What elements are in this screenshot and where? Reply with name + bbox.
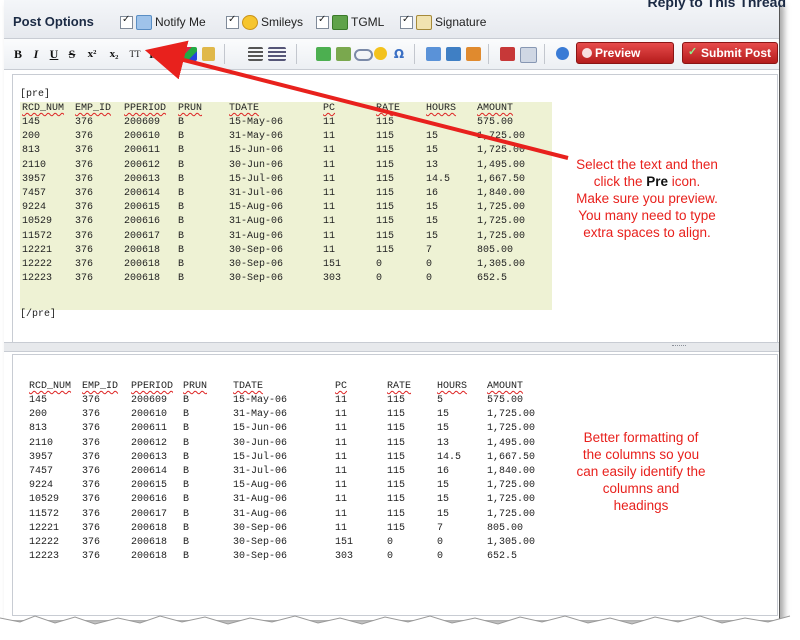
annotation-line: columns and: [602, 481, 680, 496]
annotation-text: click the: [593, 174, 647, 189]
annotation-line: click the Pre icon.: [552, 173, 742, 190]
annotation-line: Better formatting of: [583, 430, 699, 445]
annotation-line: You many need to type: [578, 208, 716, 223]
annotation-line: headings: [613, 498, 669, 513]
annotation-line: extra spaces to align.: [583, 225, 711, 240]
annotation-line: Make sure you preview.: [576, 191, 718, 206]
page-header-title: Reply to This Thread: [647, 0, 786, 10]
annotation-top: Select the text and then click the Pre i…: [552, 156, 742, 241]
annotation-arrow: [144, 40, 569, 160]
annotation-line: can easily identify the: [576, 464, 706, 479]
annotation-pre-word: Pre: [646, 174, 669, 189]
annotation-text: icon.: [668, 174, 701, 189]
torn-edge: [0, 615, 800, 640]
annotation-bottom: Better formatting of the columns so you …: [556, 429, 726, 514]
annotation-line: Select the text and then: [576, 157, 718, 172]
annotation-line: the columns so you: [582, 447, 700, 462]
